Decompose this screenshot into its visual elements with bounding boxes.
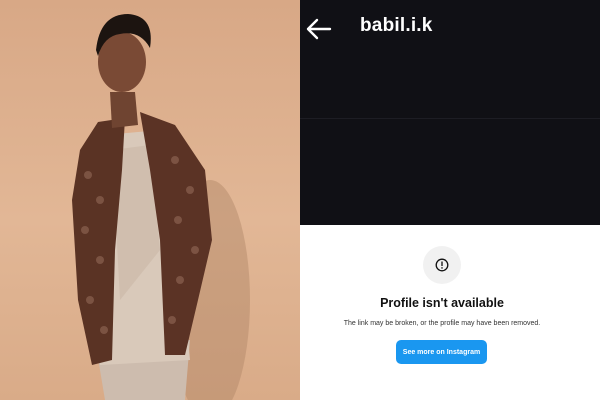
arrow-left-icon [306, 18, 332, 40]
profile-username: babil.i.k [360, 15, 433, 36]
unavailable-message: The link may be broken, or the profile m… [343, 320, 541, 327]
back-button[interactable] [304, 14, 334, 44]
header-divider [300, 118, 600, 119]
see-more-on-instagram-button[interactable]: See more on Instagram [396, 340, 487, 364]
alert-circle-icon [423, 246, 461, 284]
top-bar: babil.i.k [300, 0, 600, 58]
profile-page: babil.i.k Profile isn't available The li… [300, 0, 600, 400]
profile-header: babil.i.k [300, 0, 600, 225]
unavailable-title: Profile isn't available [380, 296, 504, 310]
man-portrait-image [72, 14, 250, 400]
profile-photo [0, 0, 300, 400]
